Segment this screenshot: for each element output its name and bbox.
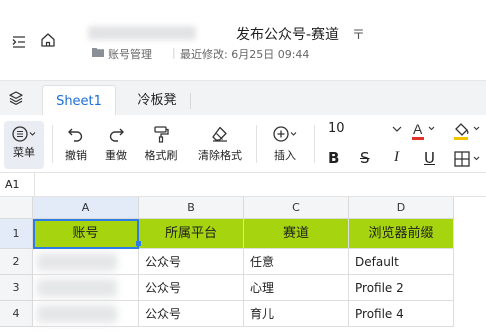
header-cell-account[interactable]: 账号: [33, 219, 139, 249]
redo-label: 重做: [105, 149, 127, 162]
insert-label: 插入: [274, 149, 296, 162]
column-header-b[interactable]: B: [139, 197, 244, 219]
folder-name[interactable]: 账号管理: [108, 46, 152, 62]
column-header-d[interactable]: D: [349, 197, 454, 219]
redacted-workspace-name: [88, 26, 196, 40]
redacted-account: [37, 305, 117, 323]
layers-icon[interactable]: [8, 90, 24, 106]
svg-text:A: A: [413, 121, 423, 137]
format-painter-label: 格式刷: [144, 149, 178, 162]
pin-icon[interactable]: 〒: [352, 24, 365, 43]
row-header-1[interactable]: 1: [0, 219, 33, 249]
row-header-2[interactable]: 2: [0, 249, 33, 275]
tab-cold-bench[interactable]: 冷板凳: [124, 85, 190, 116]
column-header-c[interactable]: C: [244, 197, 349, 219]
table-cell[interactable]: Default: [349, 249, 454, 275]
insert-button[interactable]: 插入: [264, 125, 306, 163]
clear-format-label: 清除格式: [198, 149, 242, 162]
borders-icon[interactable]: [454, 151, 484, 167]
format-painter-icon: [154, 126, 169, 143]
header-cell-browser-prefix[interactable]: 浏览器前缀: [349, 219, 454, 249]
table-cell[interactable]: 育儿: [244, 301, 349, 327]
redacted-account: [37, 279, 117, 297]
row-header-4[interactable]: 4: [0, 301, 33, 327]
underline-button[interactable]: U: [424, 149, 435, 167]
toolbar: 菜单 撤销 重做 格式刷 清除格式 插入 10 A B S I U: [0, 115, 486, 173]
table-cell[interactable]: 心理: [244, 275, 349, 301]
formula-divider: [34, 173, 35, 197]
font-color-button[interactable]: A: [410, 119, 440, 143]
fill-color-button[interactable]: [452, 119, 486, 143]
sheet-tab-bar: Sheet1 冷板凳: [0, 80, 486, 116]
italic-button[interactable]: I: [394, 149, 399, 166]
eraser-icon: [212, 126, 227, 142]
toolbar-divider: [256, 125, 257, 163]
column-header-a[interactable]: A: [33, 197, 139, 219]
redo-icon: [109, 128, 124, 142]
tab-divider: [190, 93, 191, 109]
home-icon[interactable]: [40, 32, 56, 48]
folder-icon: [92, 48, 104, 57]
sidebar-toggle-icon[interactable]: [12, 36, 26, 48]
undo-button[interactable]: 撤销: [62, 125, 90, 163]
title-bar: 发布公众号-赛道 〒 账号管理 | 最近修改: 6月25日 09:44: [0, 0, 486, 74]
cell-reference[interactable]: A1: [5, 178, 20, 191]
undo-label: 撤销: [65, 149, 87, 162]
table-cell[interactable]: 公众号: [139, 301, 244, 327]
strikethrough-button[interactable]: S: [360, 149, 370, 167]
chevron-down-icon[interactable]: [392, 125, 402, 133]
insert-plus-icon: [273, 126, 297, 142]
menu-icon: [12, 126, 36, 142]
bold-button[interactable]: B: [328, 149, 339, 167]
document-title[interactable]: 发布公众号-赛道: [236, 24, 339, 44]
spreadsheet-app: 发布公众号-赛道 〒 账号管理 | 最近修改: 6月25日 09:44 Shee…: [0, 0, 486, 333]
undo-icon: [68, 128, 83, 142]
row-header-3[interactable]: 3: [0, 275, 33, 301]
redacted-account: [37, 253, 117, 271]
last-modified-text: 最近修改: 6月25日 09:44: [180, 48, 310, 61]
header-cell-track[interactable]: 赛道: [244, 219, 349, 249]
table-cell[interactable]: 公众号: [139, 249, 244, 275]
meta-separator: |: [172, 46, 176, 59]
toolbar-divider: [52, 125, 53, 163]
table-cell[interactable]: 任意: [244, 249, 349, 275]
redo-button[interactable]: 重做: [102, 125, 130, 163]
table-cell[interactable]: Profile 4: [349, 301, 454, 327]
formula-bar: A1: [0, 173, 486, 197]
menu-label: 菜单: [13, 146, 35, 159]
font-color-icon: A: [412, 121, 435, 140]
tab-sheet1[interactable]: Sheet1: [42, 85, 116, 116]
format-painter-button[interactable]: 格式刷: [140, 125, 182, 163]
toolbar-divider: [314, 125, 315, 163]
select-all-corner[interactable]: [0, 197, 33, 219]
header-cell-platform[interactable]: 所属平台: [139, 219, 244, 249]
fill-handle[interactable]: [136, 241, 141, 246]
paint-bucket-icon: [454, 123, 480, 140]
menu-button[interactable]: 菜单: [4, 121, 44, 169]
font-size-select[interactable]: 10: [328, 121, 345, 136]
table-cell[interactable]: Profile 2: [349, 275, 454, 301]
table-cell[interactable]: 公众号: [139, 275, 244, 301]
clear-format-button[interactable]: 清除格式: [192, 125, 248, 163]
spreadsheet-grid: A B C D 1 2 3 4 账号 所属平台 赛道 浏览器前缀 公众号 任意 …: [0, 197, 486, 333]
